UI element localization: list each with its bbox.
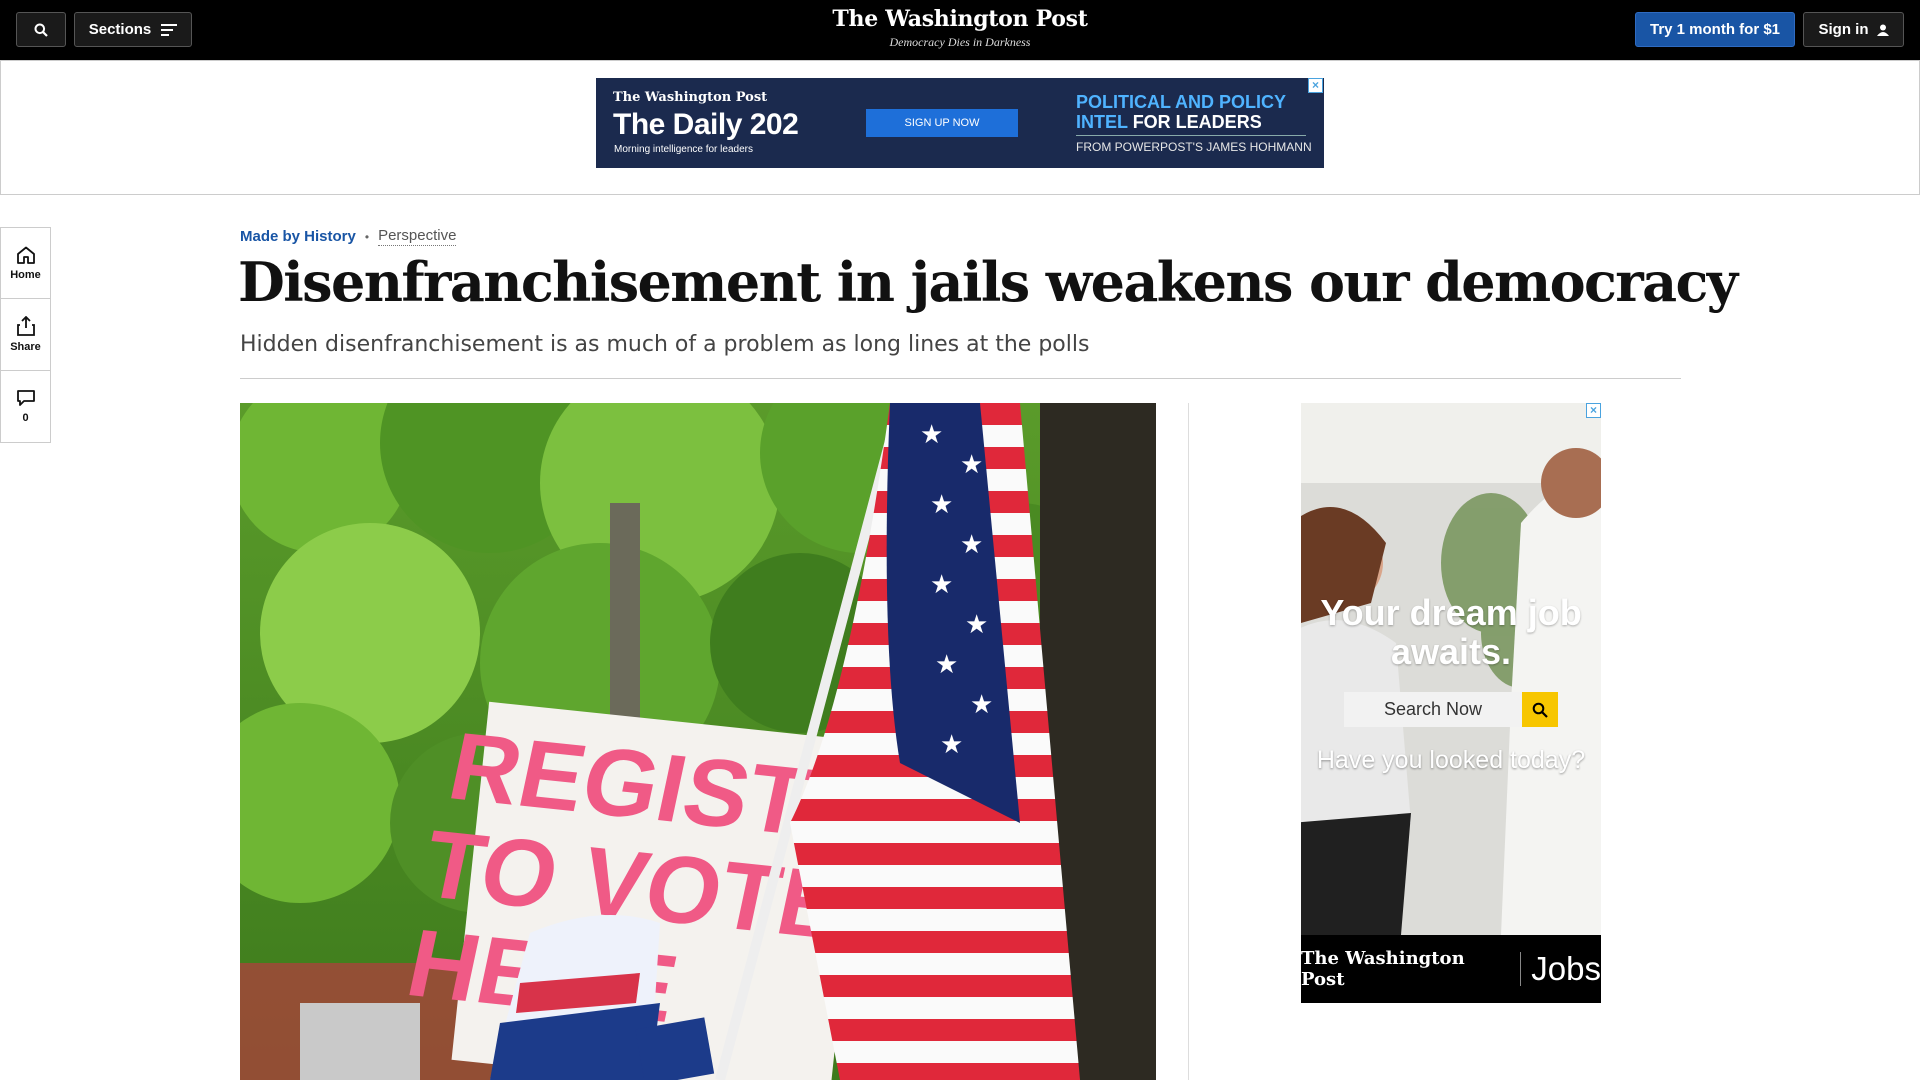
comments-count: 0	[22, 412, 29, 424]
search-button[interactable]	[16, 12, 66, 47]
ad-close-icon[interactable]: ×	[1308, 78, 1323, 93]
ad-signup-button[interactable]: SIGN UP NOW	[866, 109, 1018, 137]
home-icon	[16, 246, 35, 264]
sign-in-label: Sign in	[1818, 21, 1869, 38]
site-logo[interactable]: The Washington Post	[760, 6, 1160, 32]
svg-text:★: ★	[965, 610, 988, 640]
ad-footer-brand: The Washington Post	[1301, 948, 1465, 990]
hamburger-icon	[161, 23, 178, 36]
svg-text:★: ★	[970, 690, 993, 720]
ad-subtitle: Morning intelligence for leaders	[614, 144, 753, 155]
sign-in-button[interactable]: Sign in	[1803, 12, 1904, 47]
share-label: Share	[10, 341, 41, 353]
masthead[interactable]: The Washington Post Democracy Dies in Da…	[760, 6, 1160, 50]
ad-search-input[interactable]: Search Now	[1344, 692, 1522, 727]
top-navigation: Sections The Washington Post Democracy D…	[0, 0, 1920, 60]
svg-text:★: ★	[930, 490, 953, 520]
ad-question: Have you looked today?	[1316, 746, 1586, 774]
user-icon	[1876, 24, 1889, 36]
ad-divider	[1076, 135, 1306, 136]
search-icon	[1532, 702, 1548, 718]
svg-text:★: ★	[960, 530, 983, 560]
comment-icon	[16, 390, 35, 406]
search-icon	[34, 23, 48, 37]
article-subheadline: Hidden disenfranchisement is as much of …	[240, 332, 1090, 357]
ad-footer: The Washington Post Jobs	[1301, 935, 1601, 1003]
ad-headline: POLITICAL AND POLICY INTEL FOR LEADERS	[1076, 92, 1306, 132]
sections-label: Sections	[88, 21, 152, 38]
jobs-sidebar-ad[interactable]: Your dream job awaits. Search Now Have y…	[1301, 403, 1601, 1003]
daily-202-banner-ad[interactable]: The Washington Post The Daily 202 Mornin…	[596, 78, 1324, 168]
svg-text:★: ★	[920, 420, 943, 450]
kicker-separator: •	[364, 229, 370, 244]
ad-byline: FROM POWERPOST'S JAMES HOHMANN	[1076, 140, 1312, 154]
register-to-vote-photo: REGISTER TO VOTE HERE ★★★ ★★★ ★★★	[240, 403, 1156, 1080]
subscribe-button[interactable]: Try 1 month for $1	[1635, 12, 1795, 47]
sections-menu-button[interactable]: Sections	[74, 12, 192, 47]
share-button[interactable]: Share	[0, 299, 51, 371]
column-divider	[1188, 403, 1189, 1080]
ad-brand: The Washington Post	[613, 90, 768, 105]
ad-footer-separator	[1520, 952, 1522, 986]
home-label: Home	[10, 268, 41, 281]
article-main-photo: REGISTER TO VOTE HERE ★★★ ★★★ ★★★	[240, 403, 1156, 1080]
svg-text:★: ★	[935, 650, 958, 680]
ad-dream-headline: Your dream job awaits.	[1320, 592, 1582, 672]
ad-footer-product: Jobs	[1531, 950, 1601, 987]
ad-search-button[interactable]	[1522, 692, 1558, 727]
perspective-label[interactable]: Perspective	[378, 227, 457, 246]
section-link[interactable]: Made by History	[240, 228, 356, 245]
comments-button[interactable]: 0	[0, 371, 51, 443]
svg-text:★: ★	[930, 570, 953, 600]
ad-headline-white: FOR LEADERS	[1132, 112, 1262, 132]
home-button[interactable]: Home	[0, 227, 51, 299]
header-divider	[240, 378, 1681, 379]
article-kicker: Made by History • Perspective	[240, 227, 457, 246]
left-action-rail: Home Share 0	[0, 227, 51, 443]
article-headline: Disenfranchisement in jails weakens our …	[238, 250, 1738, 314]
svg-text:★: ★	[960, 450, 983, 480]
svg-text:★: ★	[940, 730, 963, 760]
share-icon	[16, 316, 35, 336]
site-tagline: Democracy Dies in Darkness	[889, 35, 1031, 49]
ad-title: The Daily 202	[613, 108, 799, 141]
side-ad-close-icon[interactable]: ×	[1586, 403, 1601, 418]
